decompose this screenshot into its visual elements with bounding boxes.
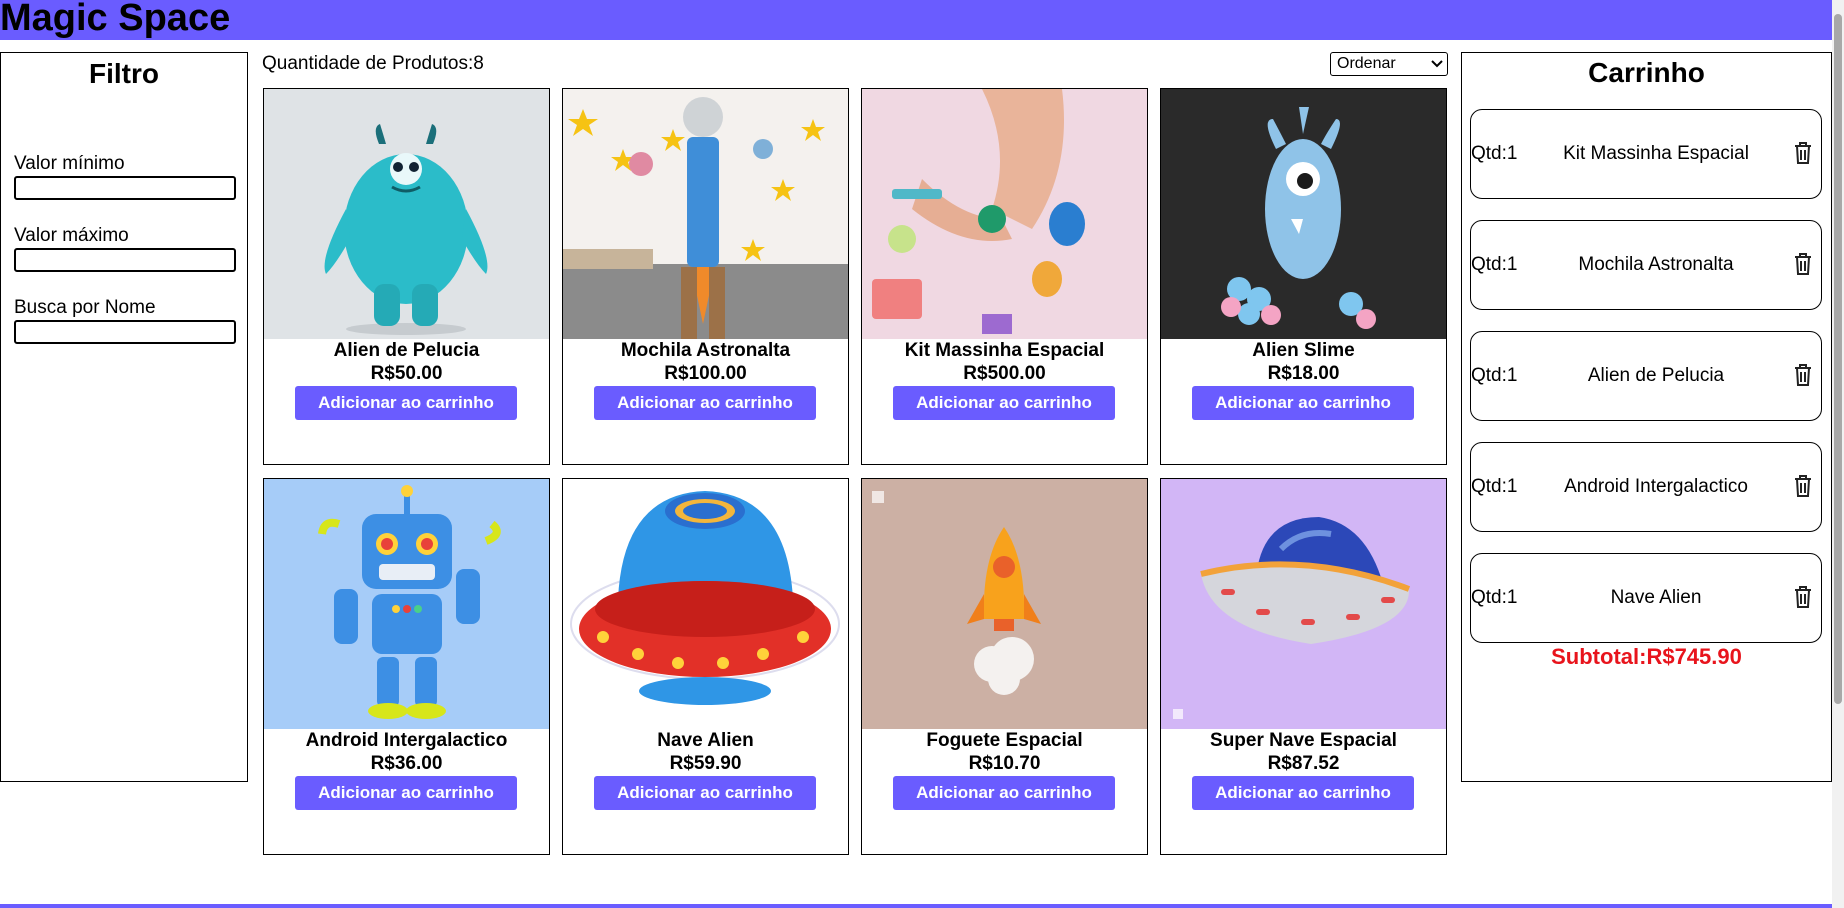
hands-with-play-dough-image: [862, 89, 1147, 339]
add-to-cart-button[interactable]: Adicionar ao carrinho: [594, 776, 816, 810]
product-name: Alien Slime: [1252, 340, 1355, 361]
cart-panel: Carrinho Qtd:1 Kit Massinha Espacial Qtd…: [1461, 52, 1832, 782]
chevron-down-icon: [1431, 53, 1443, 80]
add-to-cart-button[interactable]: Adicionar ao carrinho: [893, 386, 1115, 420]
cart-item-name: Nave Alien: [1610, 587, 1702, 608]
cart-item: Qtd:1 Mochila Astronalta: [1470, 220, 1822, 310]
filter-panel: Filtro Valor mínimo Valor máximo Busca p…: [0, 52, 248, 782]
add-to-cart-button[interactable]: Adicionar ao carrinho: [295, 776, 517, 810]
product-name: Kit Massinha Espacial: [904, 340, 1105, 361]
product-name: Nave Alien: [657, 730, 754, 751]
cart-item-name: Mochila Astronalta: [1578, 254, 1734, 275]
add-to-cart-button[interactable]: Adicionar ao carrinho: [1192, 386, 1414, 420]
product-price: R$36.00: [370, 753, 443, 774]
product-price: R$18.00: [1267, 363, 1340, 384]
cart-item-qty: Qtd:1: [1471, 365, 1518, 386]
blue-fluffy-monster-plush-image: [264, 89, 549, 339]
name-search-input[interactable]: [14, 320, 236, 344]
product-price: R$500.00: [963, 363, 1046, 384]
cart-subtotal: Subtotal:R$745.90: [1551, 644, 1742, 669]
product-card: Kit Massinha Espacial R$500.00 Adicionar…: [861, 88, 1148, 465]
cart-item-qty: Qtd:1: [1471, 587, 1518, 608]
orange-rocket-image: [862, 479, 1147, 729]
add-to-cart-button[interactable]: Adicionar ao carrinho: [594, 386, 816, 420]
cart-item: Qtd:1 Alien de Pelucia: [1470, 331, 1822, 421]
trash-icon[interactable]: [1793, 252, 1813, 276]
brand-title: Magic Space: [0, 0, 231, 39]
ufo-sticker-image: [563, 479, 848, 729]
cart-item-name: Android Intergalactico: [1564, 476, 1748, 497]
trash-icon[interactable]: [1793, 585, 1813, 609]
add-to-cart-button[interactable]: Adicionar ao carrinho: [295, 386, 517, 420]
product-name: Mochila Astronalta: [620, 340, 791, 361]
cart-item-name: Alien de Pelucia: [1587, 365, 1725, 386]
cart-item-qty: Qtd:1: [1471, 476, 1518, 497]
min-value-label: Valor mínimo: [14, 153, 125, 174]
cart-item-name: Kit Massinha Espacial: [1563, 143, 1749, 164]
product-name: Super Nave Espacial: [1210, 730, 1397, 751]
product-name: Foguete Espacial: [926, 730, 1083, 751]
product-price: R$100.00: [664, 363, 747, 384]
add-to-cart-button[interactable]: Adicionar ao carrinho: [893, 776, 1115, 810]
trash-icon[interactable]: [1793, 474, 1813, 498]
trash-icon[interactable]: [1793, 363, 1813, 387]
name-search-label: Busca por Nome: [14, 297, 156, 318]
product-count: Quantidade de Produtos:8: [262, 53, 484, 74]
add-to-cart-button[interactable]: Adicionar ao carrinho: [1192, 776, 1414, 810]
product-card: Android Intergalactico R$36.00 Adicionar…: [263, 478, 550, 855]
footer-bar: [0, 904, 1832, 908]
cart-item: Qtd:1 Kit Massinha Espacial: [1470, 109, 1822, 199]
cart-item-qty: Qtd:1: [1471, 143, 1518, 164]
cart-item: Qtd:1 Nave Alien: [1470, 553, 1822, 643]
product-card: Alien Slime R$18.00 Adicionar ao carrinh…: [1160, 88, 1447, 465]
sort-selected-value: Ordenar: [1337, 55, 1396, 72]
product-name: Alien de Pelucia: [333, 340, 480, 361]
blue-one-eyed-monster-image: [1161, 89, 1446, 339]
product-price: R$87.52: [1267, 753, 1340, 774]
product-card: Nave Alien R$59.90 Adicionar ao carrinho: [562, 478, 849, 855]
product-card: Foguete Espacial R$10.70 Adicionar ao ca…: [861, 478, 1148, 855]
kid-with-rocket-backpack-image: [563, 89, 848, 339]
product-price: R$50.00: [370, 363, 443, 384]
product-name: Android Intergalactico: [305, 730, 508, 751]
sort-select[interactable]: Ordenar: [1330, 52, 1448, 76]
product-card: Mochila Astronalta R$100.00 Adicionar ao…: [562, 88, 849, 465]
max-value-label: Valor máximo: [14, 225, 129, 246]
product-card: Alien de Pelucia R$50.00 Adicionar ao ca…: [263, 88, 550, 465]
trash-icon[interactable]: [1793, 141, 1813, 165]
header-bar: Magic Space: [0, 0, 1832, 40]
min-value-input[interactable]: [14, 176, 236, 200]
product-card: Super Nave Espacial R$87.52 Adicionar ao…: [1160, 478, 1447, 855]
max-value-input[interactable]: [14, 248, 236, 272]
blue-toy-robot-image: [264, 479, 549, 729]
cart-item-qty: Qtd:1: [1471, 254, 1518, 275]
product-price: R$59.90: [669, 753, 742, 774]
cart-title: Carrinho: [1588, 57, 1705, 88]
cart-item: Qtd:1 Android Intergalactico: [1470, 442, 1822, 532]
flying-saucer-image: [1161, 479, 1446, 729]
product-price: R$10.70: [968, 753, 1041, 774]
filter-title: Filtro: [89, 58, 159, 89]
scrollbar-thumb[interactable]: [1834, 14, 1842, 704]
